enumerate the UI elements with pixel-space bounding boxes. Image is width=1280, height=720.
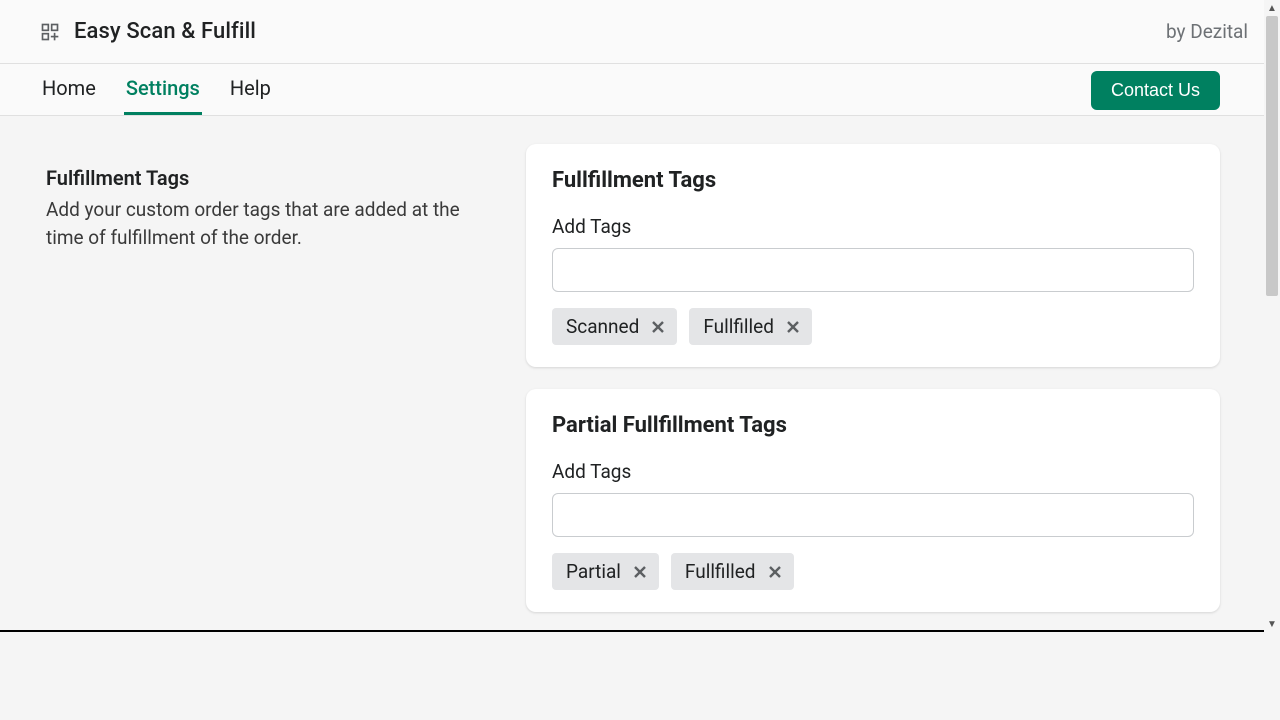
tag-chip: Partial [552, 553, 659, 590]
add-tags-input[interactable] [552, 248, 1194, 292]
add-tags-label: Add Tags [552, 460, 1194, 483]
remove-tag-icon[interactable] [631, 563, 649, 581]
card-title: Partial Fullfillment Tags [552, 413, 1194, 438]
app-title: Easy Scan & Fulfill [74, 19, 256, 44]
bottom-border [0, 630, 1264, 632]
add-tags-label: Add Tags [552, 215, 1194, 238]
remove-tag-icon[interactable] [784, 318, 802, 336]
tab-home[interactable]: Home [40, 64, 98, 115]
scroll-up-icon[interactable]: ▲ [1264, 0, 1280, 16]
tab-help[interactable]: Help [228, 64, 273, 115]
fulfillment-tags-card: Fullfillment Tags Add Tags Scanned Fullf… [526, 144, 1220, 367]
section-title: Fulfillment Tags [46, 166, 486, 190]
app-icon [40, 22, 60, 42]
vertical-scrollbar[interactable]: ▲ ▼ [1264, 0, 1280, 632]
section-subtitle: Add your custom order tags that are adde… [46, 196, 486, 251]
nav-bar: Home Settings Help Contact Us [0, 64, 1280, 116]
scroll-down-icon[interactable]: ▼ [1264, 616, 1280, 632]
contact-us-button[interactable]: Contact Us [1091, 71, 1220, 110]
tag-chip: Scanned [552, 308, 677, 345]
tag-chip: Fullfilled [671, 553, 794, 590]
by-line: by Dezital [1166, 20, 1248, 43]
remove-tag-icon[interactable] [649, 318, 667, 336]
app-topbar: Easy Scan & Fulfill by Dezital [0, 0, 1280, 64]
tab-settings[interactable]: Settings [124, 64, 202, 115]
tag-label: Partial [566, 560, 621, 583]
tag-label: Fullfilled [703, 315, 774, 338]
card-title: Fullfillment Tags [552, 168, 1194, 193]
add-tags-input[interactable] [552, 493, 1194, 537]
tag-label: Scanned [566, 315, 639, 338]
partial-fulfillment-tags-card: Partial Fullfillment Tags Add Tags Parti… [526, 389, 1220, 612]
scroll-thumb[interactable] [1266, 16, 1278, 296]
tag-label: Fullfilled [685, 560, 756, 583]
section-description: Fulfillment Tags Add your custom order t… [46, 144, 486, 612]
remove-tag-icon[interactable] [766, 563, 784, 581]
tag-chip: Fullfilled [689, 308, 812, 345]
